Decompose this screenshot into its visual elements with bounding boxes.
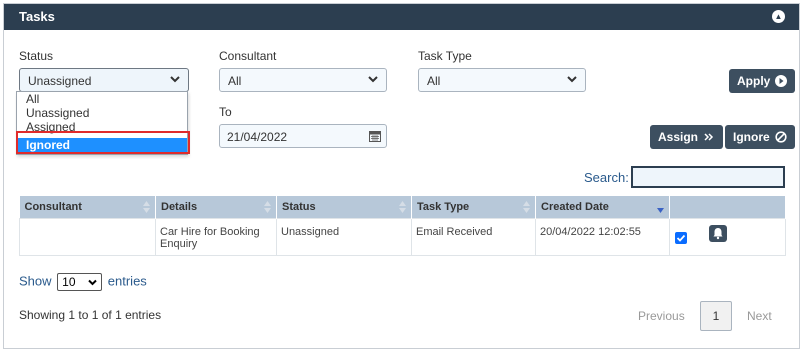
chevron-down-icon (170, 76, 180, 83)
arrow-right-circle-icon (775, 75, 788, 87)
double-chevron-right-icon (704, 133, 714, 141)
col-header-actions (669, 196, 786, 218)
apply-button[interactable]: Apply (729, 69, 796, 93)
page-length-select[interactable]: 10 (57, 273, 103, 291)
notify-button[interactable] (709, 224, 728, 242)
col-header-task-type[interactable]: Task Type (411, 196, 536, 218)
bell-icon (713, 227, 723, 239)
pagination-next[interactable]: Next (747, 309, 772, 323)
sort-icon (399, 201, 406, 213)
chevron-down-icon (368, 76, 378, 83)
assign-button-label: Assign (658, 130, 699, 144)
pagination-current-page[interactable]: 1 (700, 301, 732, 331)
ban-icon (775, 131, 787, 143)
task-type-select-value: All (427, 74, 441, 88)
col-header-details[interactable]: Details (155, 196, 277, 218)
status-option-all[interactable]: All (17, 92, 187, 106)
cell-consultant (19, 217, 156, 256)
sort-desc-icon (657, 208, 664, 213)
page-length-control: Show 10 entries (19, 273, 147, 291)
consultant-select[interactable]: All (219, 68, 387, 92)
search-input[interactable] (631, 166, 785, 188)
page-length-value: 10 (62, 275, 76, 289)
to-date-value: 21/04/2022 (227, 130, 288, 144)
cell-task-type: Email Received (411, 217, 536, 256)
status-label: Status (19, 49, 54, 63)
chevron-down-icon (567, 76, 577, 83)
cell-details: Car Hire for Booking Enquiry (155, 217, 277, 256)
status-select-value: Unassigned (28, 74, 92, 88)
show-label: Show (19, 273, 52, 289)
cell-status: Unassigned (276, 217, 412, 256)
sort-icon (264, 201, 271, 213)
apply-button-label: Apply (737, 74, 771, 88)
table-info: Showing 1 to 1 of 1 entries (19, 308, 162, 322)
calendar-icon[interactable] (369, 130, 381, 142)
task-type-label: Task Type (418, 49, 472, 63)
panel-header: Tasks ▲ (4, 4, 799, 30)
task-type-select[interactable]: All (418, 68, 586, 92)
highlight-box (16, 131, 190, 154)
consultant-select-value: All (228, 74, 242, 88)
ignore-button-label: Ignore (733, 130, 770, 144)
sort-icon (523, 201, 530, 213)
check-icon (676, 234, 686, 242)
pagination-previous[interactable]: Previous (638, 309, 685, 323)
chevron-down-icon (88, 279, 97, 286)
sort-icon (143, 201, 150, 213)
col-header-status[interactable]: Status (276, 196, 412, 218)
search-label: Search: (584, 170, 629, 185)
to-label: To (219, 105, 232, 119)
status-select[interactable]: Unassigned (19, 68, 189, 92)
table-row: Car Hire for Booking Enquiry Unassigned … (19, 217, 786, 256)
panel-title: Tasks (19, 9, 55, 24)
status-option-unassigned[interactable]: Unassigned (17, 106, 187, 120)
col-header-consultant[interactable]: Consultant (19, 196, 156, 218)
cell-created-date: 20/04/2022 12:02:55 (535, 217, 670, 256)
cell-actions (669, 217, 786, 256)
consultant-label: Consultant (219, 49, 277, 63)
assign-button[interactable]: Assign (650, 125, 724, 149)
entries-label: entries (107, 273, 147, 289)
ignore-button[interactable]: Ignore (725, 125, 795, 149)
row-checkbox[interactable] (675, 231, 687, 244)
col-header-created-date[interactable]: Created Date (535, 196, 670, 218)
collapse-icon[interactable]: ▲ (772, 10, 785, 23)
tasks-table: Consultant Details Status Task Type Crea… (19, 196, 786, 256)
tasks-panel: Tasks ▲ Status Unassigned Consultant All… (3, 3, 800, 349)
table-header-row: Consultant Details Status Task Type Crea… (19, 196, 786, 218)
to-date-input[interactable]: 21/04/2022 (219, 124, 387, 148)
